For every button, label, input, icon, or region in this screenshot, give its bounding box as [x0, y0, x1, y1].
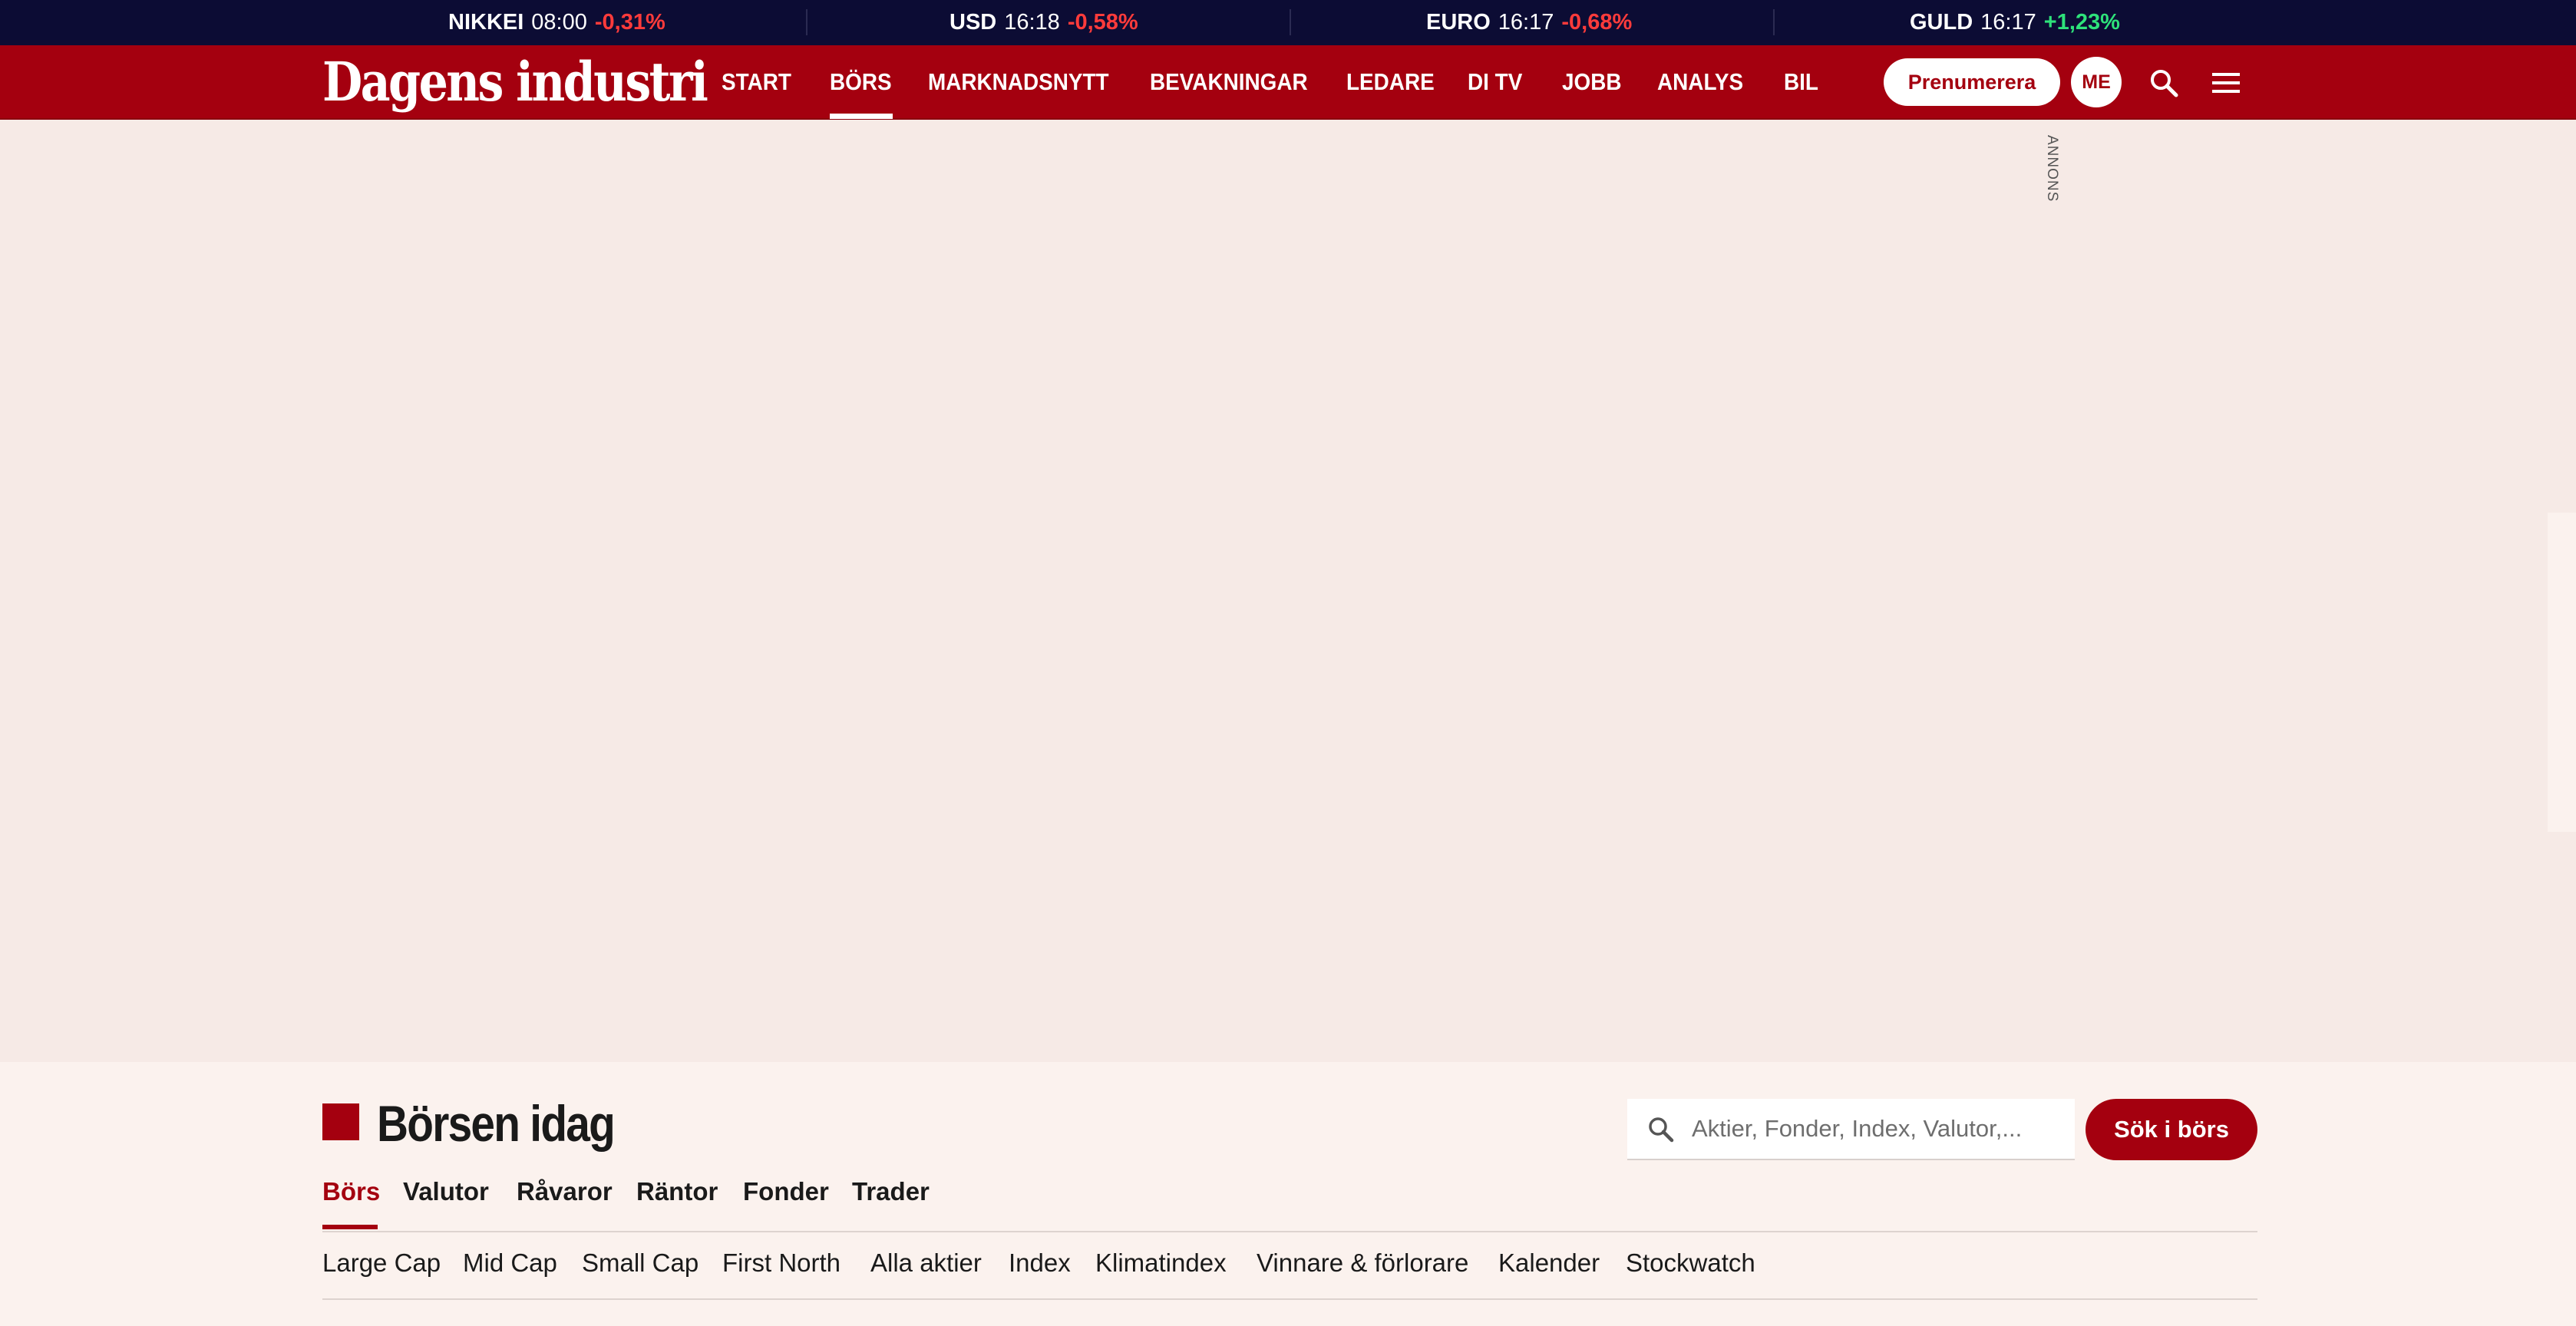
search-bors-button[interactable]: Sök i börs: [2086, 1099, 2257, 1160]
hamburger-menu-icon[interactable]: [2209, 68, 2243, 97]
ticker-name: NIKKEI: [448, 10, 524, 35]
nav-item-di-tv[interactable]: DI TV: [1468, 45, 1522, 118]
ticker-name: EURO: [1426, 10, 1491, 35]
ticker-time: 16:18: [1004, 10, 1060, 35]
tab-rantor[interactable]: Räntor: [636, 1174, 718, 1214]
tab-valutor[interactable]: Valutor: [403, 1174, 489, 1214]
tab-fonder[interactable]: Fonder: [743, 1174, 829, 1214]
ticker-change: -0,68%: [1561, 10, 1633, 35]
sublink-kalender[interactable]: Kalender: [1498, 1243, 1600, 1283]
section-marker-square: [322, 1103, 359, 1140]
ticker-change: -0,31%: [594, 10, 665, 35]
user-avatar[interactable]: ME: [2071, 57, 2122, 107]
ticker-divider: [1773, 9, 1775, 35]
tab-bors[interactable]: Börs: [322, 1174, 380, 1214]
ticker-change: -0,58%: [1067, 10, 1138, 35]
ticker-divider: [806, 9, 807, 35]
market-ticker-bar: NIKKEI 08:00 -0,31% USD 16:18 -0,58% EUR…: [0, 0, 2576, 45]
ticker-time: 16:17: [1498, 10, 1554, 35]
sublink-vinnare-forlorare[interactable]: Vinnare & förlorare: [1257, 1243, 1468, 1283]
sublink-large-cap[interactable]: Large Cap: [322, 1243, 441, 1283]
ticker-item-nikkei[interactable]: NIKKEI 08:00 -0,31%: [448, 0, 665, 45]
side-panel-tab[interactable]: [2548, 513, 2576, 832]
nav-item-ledare[interactable]: LEDARE: [1346, 45, 1435, 118]
ticker-change: +1,23%: [2043, 10, 2120, 35]
ticker-time: 16:17: [1980, 10, 2036, 35]
search-icon[interactable]: [2147, 66, 2181, 100]
market-search-input[interactable]: [1692, 1099, 2068, 1159]
ticker-name: GULD: [1910, 10, 1973, 35]
market-search-box: [1627, 1099, 2075, 1160]
tabs-divider: [322, 1231, 2257, 1232]
nav-item-marknadsnytt[interactable]: MARKNADSNYTT: [928, 45, 1109, 118]
site-logo[interactable]: Dagens industri: [322, 50, 708, 114]
sublink-small-cap[interactable]: Small Cap: [582, 1243, 698, 1283]
search-icon: [1646, 1114, 1676, 1145]
nav-item-bevakningar[interactable]: BEVAKNINGAR: [1150, 45, 1308, 118]
sublink-mid-cap[interactable]: Mid Cap: [463, 1243, 557, 1283]
nav-item-start[interactable]: START: [722, 45, 791, 118]
main-navigation: Dagens industri START BÖRS MARKNADSNYTT …: [0, 45, 2576, 120]
tab-active-indicator: [322, 1225, 378, 1229]
sublink-alla-aktier[interactable]: Alla aktier: [870, 1243, 982, 1283]
nav-item-bors[interactable]: BÖRS: [830, 45, 892, 118]
ticker-name: USD: [949, 10, 997, 35]
nav-item-bil[interactable]: BIL: [1784, 45, 1818, 118]
nav-item-jobb[interactable]: JOBB: [1562, 45, 1622, 118]
advertisement-area: [0, 120, 2576, 1062]
nav-active-indicator: [830, 114, 893, 119]
ticker-item-usd[interactable]: USD 16:18 -0,58%: [949, 0, 1138, 45]
subscribe-button[interactable]: Prenumerera: [1884, 58, 2060, 106]
ad-label: ANNONS: [2044, 135, 2060, 203]
ticker-item-guld[interactable]: GULD 16:17 +1,23%: [1910, 0, 2120, 45]
nav-item-analys[interactable]: ANALYS: [1657, 45, 1743, 118]
sublink-first-north[interactable]: First North: [722, 1243, 841, 1283]
page-title: Börsen idag: [377, 1095, 616, 1152]
ticker-divider: [1290, 9, 1291, 35]
sublink-index[interactable]: Index: [1009, 1243, 1071, 1283]
sublinks-divider: [322, 1298, 2257, 1300]
tab-ravaror[interactable]: Råvaror: [517, 1174, 613, 1214]
tab-trader[interactable]: Trader: [852, 1174, 930, 1214]
ticker-item-euro[interactable]: EURO 16:17 -0,68%: [1426, 0, 1632, 45]
sublink-stockwatch[interactable]: Stockwatch: [1626, 1243, 1755, 1283]
sublink-klimatindex[interactable]: Klimatindex: [1095, 1243, 1227, 1283]
ticker-time: 08:00: [531, 10, 587, 35]
